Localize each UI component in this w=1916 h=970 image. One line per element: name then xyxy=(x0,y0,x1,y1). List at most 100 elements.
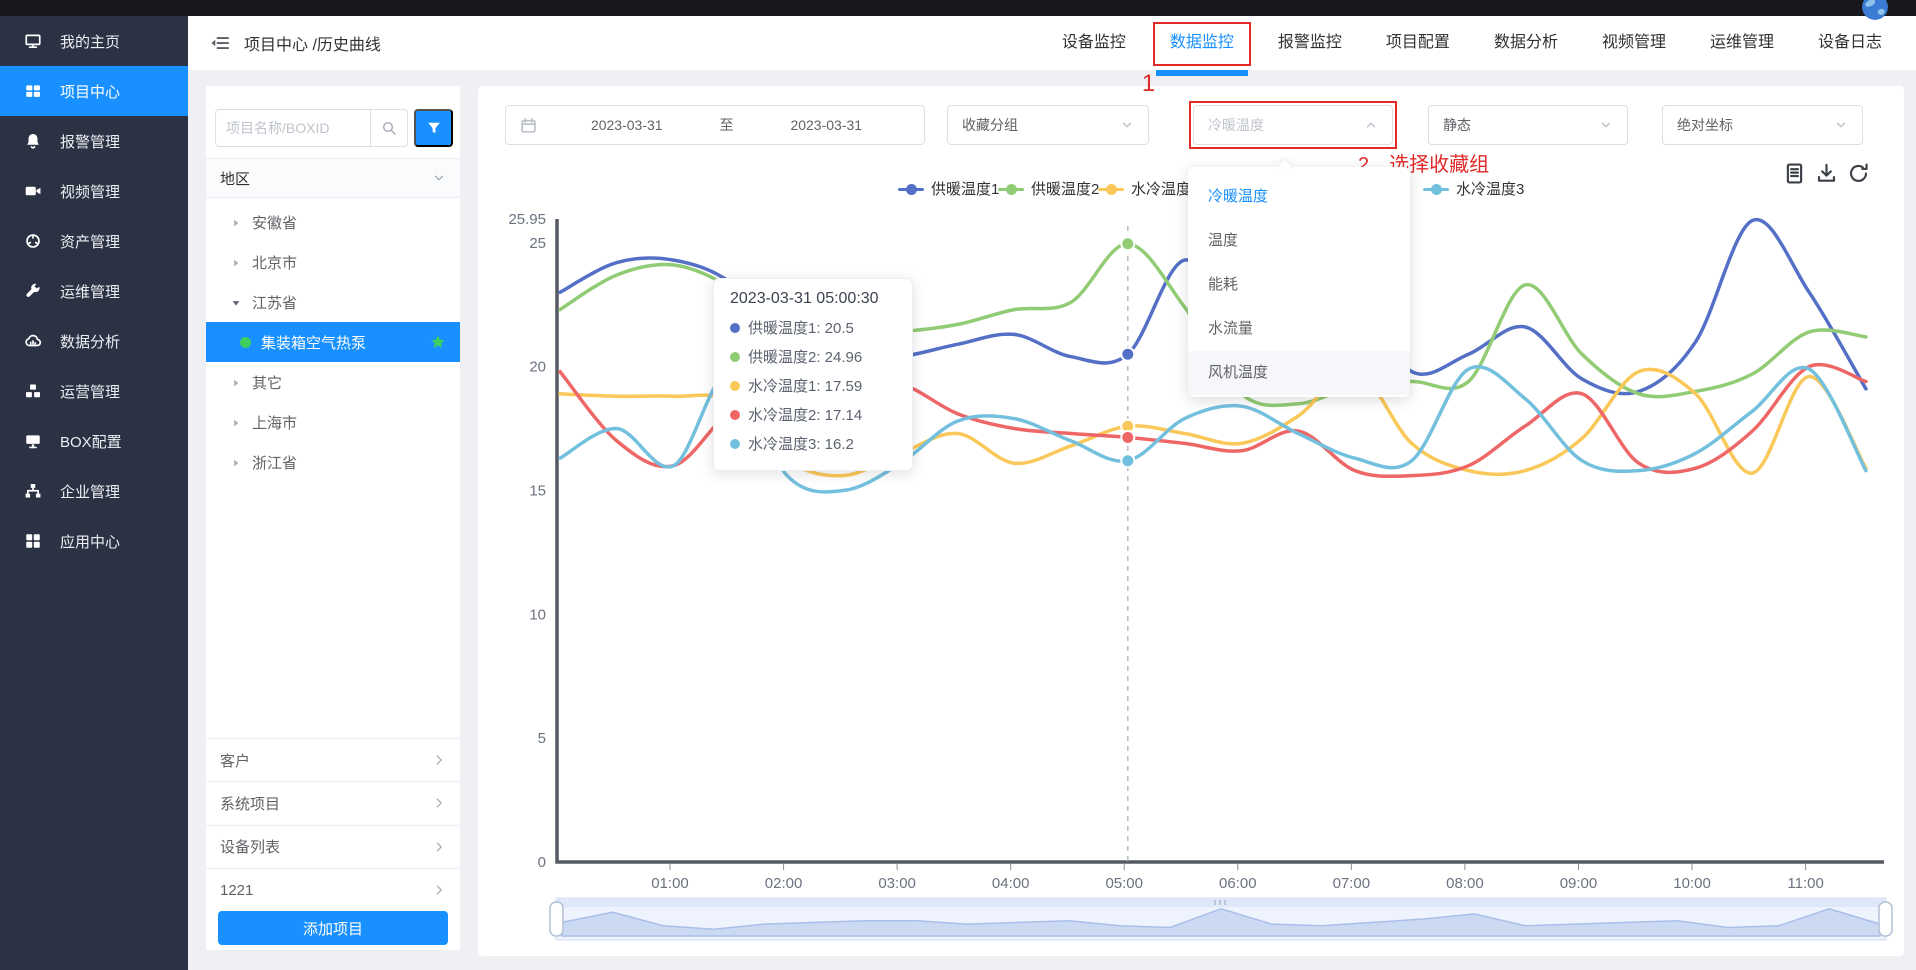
sidebar-item-运营管理[interactable]: 运营管理 xyxy=(0,366,188,416)
region-section-header[interactable]: 地区 xyxy=(206,158,460,198)
tree-item-集装箱空气热泵[interactable]: 集装箱空气热泵 xyxy=(206,322,460,362)
tab-label: 设备日志 xyxy=(1818,34,1882,51)
tree-item-上海市[interactable]: 上海市 xyxy=(206,402,460,442)
active-tab-underline xyxy=(1156,70,1248,76)
tooltip-text: 水冷温度2: 17.14 xyxy=(748,404,862,425)
section-设备列表[interactable]: 设备列表 xyxy=(206,825,460,868)
download-icon[interactable] xyxy=(1815,162,1838,185)
sidebar-item-企业管理[interactable]: 企业管理 xyxy=(0,466,188,516)
favorite-group-select[interactable]: 收藏分组 xyxy=(947,105,1149,145)
filter-button[interactable] xyxy=(414,109,453,147)
tree-item-label: 北京市 xyxy=(252,252,297,273)
tab-数据分析[interactable]: 数据分析 xyxy=(1494,16,1558,70)
svg-text:02:00: 02:00 xyxy=(765,875,803,892)
sidebar-item-BOX配置[interactable]: BOX配置 xyxy=(0,416,188,466)
sidebar-item-项目中心[interactable]: 项目中心 xyxy=(0,66,188,116)
sidebar-item-运维管理[interactable]: 运维管理 xyxy=(0,266,188,316)
dropdown-option-温度[interactable]: 温度 xyxy=(1188,219,1410,263)
dropdown-option-能耗[interactable]: 能耗 xyxy=(1188,263,1410,307)
dropdown-option-风机温度[interactable]: 风机温度 xyxy=(1188,351,1410,395)
legend-item-供暖温度2[interactable]: 供暖温度2 xyxy=(998,178,1099,199)
svg-text:15: 15 xyxy=(529,482,546,499)
svg-text:06:00: 06:00 xyxy=(1219,875,1257,892)
search-button[interactable] xyxy=(371,109,408,147)
tooltip-row: 水冷温度3: 16.2 xyxy=(730,429,896,458)
chevron-down-icon xyxy=(1834,118,1848,132)
data-view-icon[interactable] xyxy=(1783,162,1806,185)
date-end[interactable]: 2023-03-31 xyxy=(743,117,911,133)
dropdown-option-水流量[interactable]: 水流量 xyxy=(1188,307,1410,351)
section-label: 客户 xyxy=(220,750,250,771)
favorite-star-icon[interactable] xyxy=(430,334,446,350)
sidebar-item-视频管理[interactable]: 视频管理 xyxy=(0,166,188,216)
sidebar-item-label: 企业管理 xyxy=(60,481,120,502)
sidebar-item-label: 我的主页 xyxy=(60,31,120,52)
top-nav-tabs: 设备监控 数据监控1 报警监控项目配置数据分析视频管理 运维管理 设备日志 xyxy=(1062,16,1882,70)
svg-text:25.95: 25.95 xyxy=(508,211,546,228)
caret-right-icon[interactable] xyxy=(230,376,242,388)
section-系统项目[interactable]: 系统项目 xyxy=(206,781,460,824)
coordinate-select[interactable]: 绝对坐标 xyxy=(1662,105,1863,145)
breadcrumb-text: 项目中心 /历史曲线 xyxy=(244,31,381,55)
tab-运维管理[interactable]: 运维管理 xyxy=(1710,16,1774,70)
region-tree: 安徽省北京市江苏省集装箱空气热泵其它上海市浙江省 xyxy=(206,202,460,482)
tab-数据监控[interactable]: 数据监控1 xyxy=(1170,16,1234,70)
svg-text:10:00: 10:00 xyxy=(1673,875,1711,892)
tab-视频管理[interactable]: 视频管理 xyxy=(1602,16,1666,70)
date-start[interactable]: 2023-03-31 xyxy=(543,117,711,133)
recycle-icon xyxy=(24,232,42,250)
refresh-icon[interactable] xyxy=(1847,162,1870,185)
sidebar-item-报警管理[interactable]: 报警管理 xyxy=(0,116,188,166)
sidebar-item-label: 报警管理 xyxy=(60,131,120,152)
tab-label: 运维管理 xyxy=(1710,34,1774,51)
dropdown-option-冷暖温度[interactable]: 冷暖温度 xyxy=(1188,175,1410,219)
legend-item-水冷温度1[interactable]: 水冷温度1 xyxy=(1098,178,1199,199)
tab-label: 设备监控 xyxy=(1062,34,1126,51)
sidebar-item-label: 应用中心 xyxy=(60,531,120,552)
tab-报警监控[interactable]: 报警监控 xyxy=(1278,16,1342,70)
caret-right-icon[interactable] xyxy=(230,416,242,428)
svg-text:09:00: 09:00 xyxy=(1560,875,1598,892)
sidebar-item-应用中心[interactable]: 应用中心 xyxy=(0,516,188,566)
caret-right-icon[interactable] xyxy=(230,256,242,268)
curve-group-select[interactable]: 冷暖温度 xyxy=(1193,105,1393,145)
calendar-icon xyxy=(520,117,537,134)
monitor-icon xyxy=(24,32,42,50)
tab-设备监控[interactable]: 设备监控 xyxy=(1062,16,1126,70)
add-project-button[interactable]: 添加项目 xyxy=(218,911,448,945)
section-label: 1221 xyxy=(220,882,253,899)
sidebar-item-数据分析[interactable]: 数据分析 xyxy=(0,316,188,366)
tooltip-text: 水冷温度3: 16.2 xyxy=(748,433,854,454)
legend-label: 供暖温度2 xyxy=(1031,178,1099,199)
bell-icon xyxy=(24,132,42,150)
mode-select[interactable]: 静态 xyxy=(1428,105,1628,145)
caret-down-icon[interactable] xyxy=(230,296,242,308)
date-range-picker[interactable]: 2023-03-31 至 2023-03-31 xyxy=(505,105,925,145)
tab-设备日志[interactable]: 设备日志 xyxy=(1818,16,1882,70)
sidebar-item-我的主页[interactable]: 我的主页 xyxy=(0,16,188,66)
search-row xyxy=(215,109,408,147)
tree-item-北京市[interactable]: 北京市 xyxy=(206,242,460,282)
wrench-icon xyxy=(24,282,42,300)
tree-item-浙江省[interactable]: 浙江省 xyxy=(206,442,460,482)
menu-fold-icon[interactable] xyxy=(210,33,230,53)
legend-item-水冷温度3[interactable]: 水冷温度3 xyxy=(1423,178,1524,199)
sidebar-item-资产管理[interactable]: 资产管理 xyxy=(0,216,188,266)
section-客户[interactable]: 客户 xyxy=(206,738,460,781)
tree-item-其它[interactable]: 其它 xyxy=(206,362,460,402)
tree-item-江苏省[interactable]: 江苏省 xyxy=(206,282,460,322)
page-header: 项目中心 /历史曲线 设备监控 数据监控1 报警监控项目配置数据分析视频管理 运维管理… xyxy=(188,16,1916,70)
chevron-down-icon xyxy=(432,171,446,185)
tree-item-安徽省[interactable]: 安徽省 xyxy=(206,202,460,242)
caret-right-icon[interactable] xyxy=(230,456,242,468)
cubes-icon xyxy=(24,382,42,400)
section-1221[interactable]: 1221 xyxy=(206,868,460,911)
legend-marker-icon xyxy=(1423,183,1449,195)
legend-item-供暖温度1[interactable]: 供暖温度1 xyxy=(898,178,999,199)
chart-toolbox xyxy=(1783,162,1870,185)
caret-right-icon[interactable] xyxy=(230,216,242,228)
search-input[interactable] xyxy=(215,109,371,147)
section-label: 系统项目 xyxy=(220,793,280,814)
tab-项目配置[interactable]: 项目配置 xyxy=(1386,16,1450,70)
chart-tooltip: 2023-03-31 05:00:30 供暖温度1: 20.5供暖温度2: 24… xyxy=(713,278,913,471)
